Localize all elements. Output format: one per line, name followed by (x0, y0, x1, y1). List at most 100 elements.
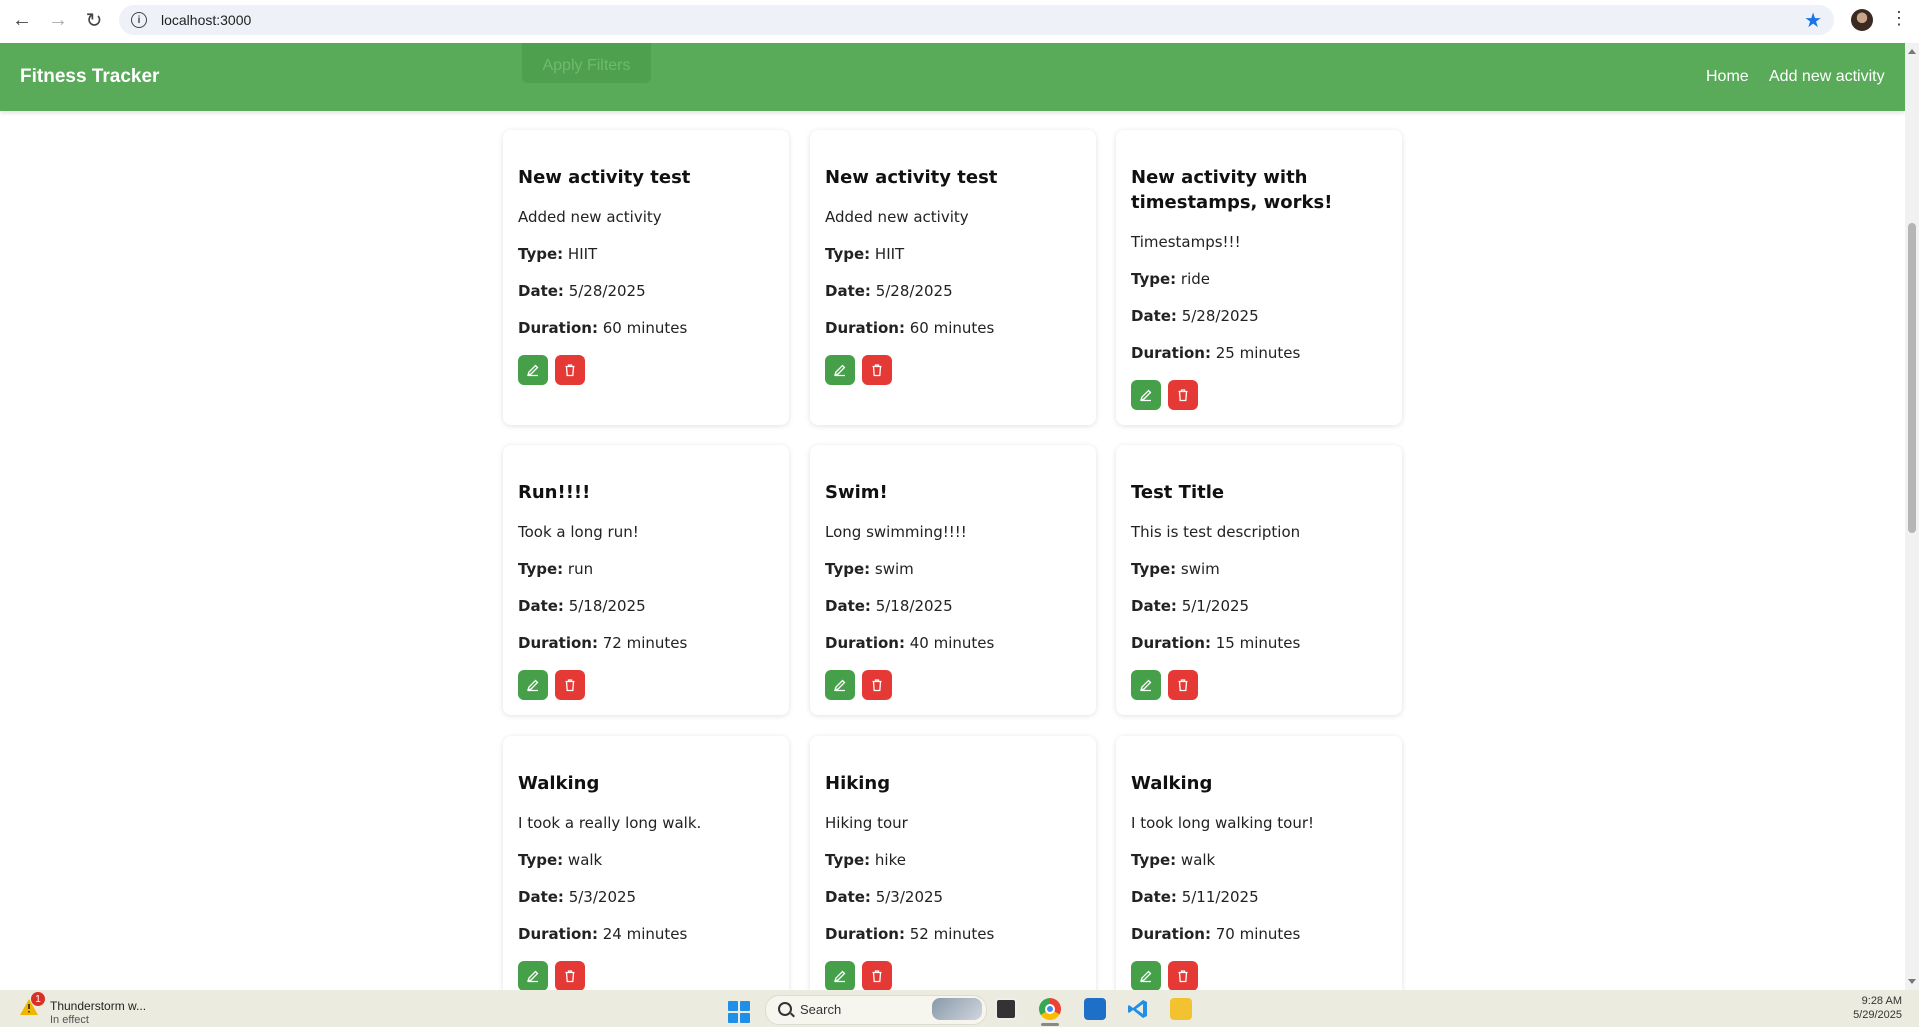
delete-button[interactable] (862, 670, 892, 700)
edit-button[interactable] (1131, 670, 1161, 700)
nav-add-activity-link[interactable]: Add new activity (1769, 68, 1885, 86)
duration-label: Duration: (1131, 634, 1211, 652)
scroll-thumb[interactable] (1908, 223, 1916, 533)
windows-start-icon[interactable] (728, 1001, 750, 1023)
activity-description: Added new activity (825, 208, 969, 226)
duration-label: Duration: (825, 319, 905, 337)
activity-title: Swim! (825, 482, 888, 503)
nav-home-link[interactable]: Home (1706, 68, 1749, 86)
trash-icon (1178, 970, 1188, 983)
delete-button[interactable] (555, 355, 585, 385)
activity-title: Walking (518, 773, 600, 794)
activity-card: Walking I took a really long walk. Type:… (503, 736, 789, 990)
date-label: Date: (518, 282, 564, 300)
delete-button[interactable] (1168, 961, 1198, 990)
chrome-icon[interactable] (1039, 998, 1061, 1020)
delete-button[interactable] (555, 961, 585, 990)
trash-icon (872, 679, 882, 692)
bookmark-star-icon[interactable]: ★ (1804, 8, 1822, 33)
apply-filters-button[interactable]: Apply Filters (522, 43, 651, 83)
date-value: 5/3/2025 (875, 888, 944, 906)
delete-button[interactable] (555, 670, 585, 700)
duration-value: 15 minutes (1215, 634, 1301, 652)
weather-title[interactable]: Thunderstorm w... (50, 999, 146, 1013)
date-value: 5/28/2025 (875, 282, 953, 300)
date-label: Date: (1131, 888, 1177, 906)
activity-duration: Duration: 52 minutes (825, 925, 994, 943)
edit-button[interactable] (518, 355, 548, 385)
date-value: 5/28/2025 (568, 282, 646, 300)
pencil-icon (833, 364, 846, 377)
activity-date: Date: 5/18/2025 (518, 597, 646, 615)
activity-type: Type: swim (825, 560, 914, 578)
address-bar[interactable]: i localhost:3000 ★ (119, 5, 1834, 35)
pencil-icon (526, 970, 539, 983)
type-label: Type: (1131, 851, 1177, 869)
edit-button[interactable] (1131, 961, 1161, 990)
back-arrow-icon[interactable]: ← (8, 7, 36, 35)
vscode-icon[interactable] (1127, 998, 1149, 1020)
activity-title: New activity with timestamps, works! (1131, 167, 1333, 213)
delete-button[interactable] (1168, 670, 1198, 700)
type-label: Type: (1131, 560, 1177, 578)
date-label: Date: (825, 888, 871, 906)
type-value: swim (1180, 560, 1220, 578)
delete-button[interactable] (862, 355, 892, 385)
widgets-icon[interactable] (932, 998, 982, 1020)
activity-type: Type: HIIT (518, 245, 597, 263)
duration-label: Duration: (518, 634, 598, 652)
activity-date: Date: 5/3/2025 (518, 888, 636, 906)
edit-button[interactable] (1131, 380, 1161, 410)
type-label: Type: (1131, 270, 1177, 288)
date-value: 5/11/2025 (1181, 888, 1259, 906)
date-label: Date: (518, 888, 564, 906)
type-value: walk (1180, 851, 1216, 869)
edit-button[interactable] (825, 961, 855, 990)
type-label: Type: (518, 560, 564, 578)
app-header: Fitness Tracker Home Add new activity (0, 43, 1905, 111)
type-label: Type: (825, 560, 871, 578)
scroll-down-arrow-icon[interactable] (1908, 979, 1916, 984)
delete-button[interactable] (1168, 380, 1198, 410)
edit-button[interactable] (825, 670, 855, 700)
site-info-icon[interactable]: i (131, 12, 147, 28)
activity-description: I took a really long walk. (518, 814, 702, 832)
edit-button[interactable] (825, 355, 855, 385)
pencil-icon (526, 679, 539, 692)
activity-type: Type: walk (518, 851, 602, 869)
type-label: Type: (825, 851, 871, 869)
clock-date[interactable]: 5/29/2025 (1842, 1009, 1902, 1021)
pencil-icon (1139, 389, 1152, 402)
activity-type: Type: ride (1131, 270, 1210, 288)
clock-time[interactable]: 9:28 AM (1858, 995, 1902, 1007)
type-label: Type: (825, 245, 871, 263)
weather-subtitle: In effect (50, 1014, 89, 1026)
trash-icon (565, 679, 575, 692)
pencil-icon (526, 364, 539, 377)
scroll-up-arrow-icon[interactable] (1908, 49, 1916, 54)
app-title[interactable]: Fitness Tracker (20, 66, 159, 88)
duration-label: Duration: (1131, 925, 1211, 943)
activity-duration: Duration: 72 minutes (518, 634, 687, 652)
activity-duration: Duration: 24 minutes (518, 925, 687, 943)
edit-button[interactable] (518, 961, 548, 990)
activity-card: Walking I took long walking tour! Type: … (1116, 736, 1402, 990)
type-label: Type: (518, 851, 564, 869)
store-icon[interactable] (1084, 998, 1106, 1020)
reload-icon[interactable]: ↻ (80, 7, 108, 35)
browser-menu-icon[interactable]: ⋮ (1890, 8, 1908, 29)
forward-arrow-icon[interactable]: → (44, 7, 72, 35)
page-scrollbar[interactable] (1905, 43, 1919, 990)
edit-button[interactable] (518, 670, 548, 700)
profile-avatar[interactable] (1851, 9, 1873, 31)
file-explorer-icon[interactable] (1170, 998, 1192, 1020)
terminal-icon[interactable] (995, 998, 1017, 1020)
url-text[interactable]: localhost:3000 (161, 12, 251, 28)
trash-icon (565, 364, 575, 377)
activity-type: Type: hike (825, 851, 906, 869)
duration-value: 24 minutes (602, 925, 688, 943)
activity-date: Date: 5/1/2025 (1131, 597, 1249, 615)
delete-button[interactable] (862, 961, 892, 990)
type-value: walk (567, 851, 603, 869)
activity-type: Type: swim (1131, 560, 1220, 578)
